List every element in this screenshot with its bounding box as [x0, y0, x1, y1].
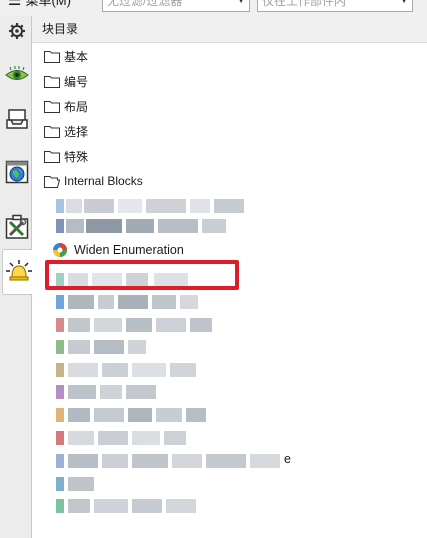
obscured-trailing-char: e — [284, 452, 291, 466]
widen-block-icon — [53, 243, 67, 257]
block-widen-enumeration[interactable]: Widen Enumeration — [52, 241, 184, 259]
tool-globe[interactable] — [3, 157, 30, 187]
folder-open-icon — [44, 175, 60, 188]
obscured-block-item[interactable] — [56, 363, 216, 377]
folder-icon — [44, 75, 60, 88]
obscured-block-item[interactable] — [56, 499, 226, 513]
obscured-block-item[interactable] — [56, 199, 246, 213]
folder-label: 编号 — [64, 74, 89, 89]
scope-combobox[interactable]: 仅在工作部件内 ▼ — [257, 0, 413, 12]
tools-icon — [5, 214, 28, 239]
obscured-block-item[interactable] — [56, 318, 236, 332]
filter-combobox-text: 无过滤/过滤器 — [107, 0, 183, 8]
settings-gear-icon — [8, 23, 25, 39]
chevron-down-icon: ▼ — [399, 0, 409, 6]
obscured-block-item[interactable]: e — [56, 452, 306, 468]
globe-screen-icon — [5, 160, 28, 184]
folder-icon — [44, 100, 60, 113]
obscured-block-item[interactable] — [56, 295, 226, 309]
tool-view[interactable] — [3, 60, 30, 90]
folder-label: 选择 — [64, 124, 89, 139]
obscured-block-item[interactable] — [56, 408, 226, 422]
hamburger-icon: ☰ — [8, 0, 22, 9]
block-directory-panel: 块目录 基本 编号 布局 选择 特殊 Internal Blocks Widen… — [32, 16, 427, 538]
folder-icon — [44, 150, 60, 163]
folder-layout[interactable]: 布局 — [44, 95, 88, 117]
obscured-block-item[interactable] — [56, 477, 116, 491]
folder-label: Internal Blocks — [64, 174, 143, 188]
chevron-down-icon: ▼ — [236, 0, 246, 6]
folder-special[interactable]: 特殊 — [44, 145, 88, 167]
obscured-block-item[interactable] — [56, 219, 246, 233]
tool-tools[interactable] — [3, 212, 30, 242]
tool-settings[interactable] — [3, 16, 30, 46]
folder-icon — [44, 125, 60, 138]
folder-icon — [44, 50, 60, 63]
filter-combobox[interactable]: 无过滤/过滤器 ▼ — [102, 0, 250, 12]
obscured-block-item[interactable] — [56, 385, 196, 399]
folder-selection[interactable]: 选择 — [44, 120, 88, 142]
folder-basic[interactable]: 基本 — [44, 45, 88, 67]
tool-alarm[interactable] — [2, 249, 34, 295]
block-label: Widen Enumeration — [74, 243, 184, 257]
red-highlight-box — [45, 260, 239, 290]
folder-label: 特殊 — [64, 149, 89, 164]
folder-label: 布局 — [64, 99, 89, 114]
tool-tray[interactable] — [3, 104, 30, 134]
menu-label: 菜单(M) — [25, 0, 71, 8]
obscured-block-item[interactable] — [56, 431, 206, 445]
tray-icon — [5, 109, 28, 129]
top-toolbar: ☰ 菜单(M) 无过滤/过滤器 ▼ 仅在工作部件内 ▼ — [0, 0, 427, 16]
scope-combobox-text: 仅在工作部件内 — [262, 0, 347, 8]
view-eye-icon — [4, 66, 29, 80]
folder-numbering[interactable]: 编号 — [44, 70, 88, 92]
menu-button[interactable]: ☰ 菜单(M) — [8, 0, 71, 9]
left-tool-strip — [0, 16, 34, 538]
alarm-bell-icon — [5, 260, 32, 281]
folder-internal-blocks[interactable]: Internal Blocks — [44, 170, 143, 192]
folder-label: 基本 — [64, 49, 89, 64]
obscured-block-item[interactable] — [56, 340, 176, 354]
panel-title: 块目录 — [32, 16, 427, 43]
